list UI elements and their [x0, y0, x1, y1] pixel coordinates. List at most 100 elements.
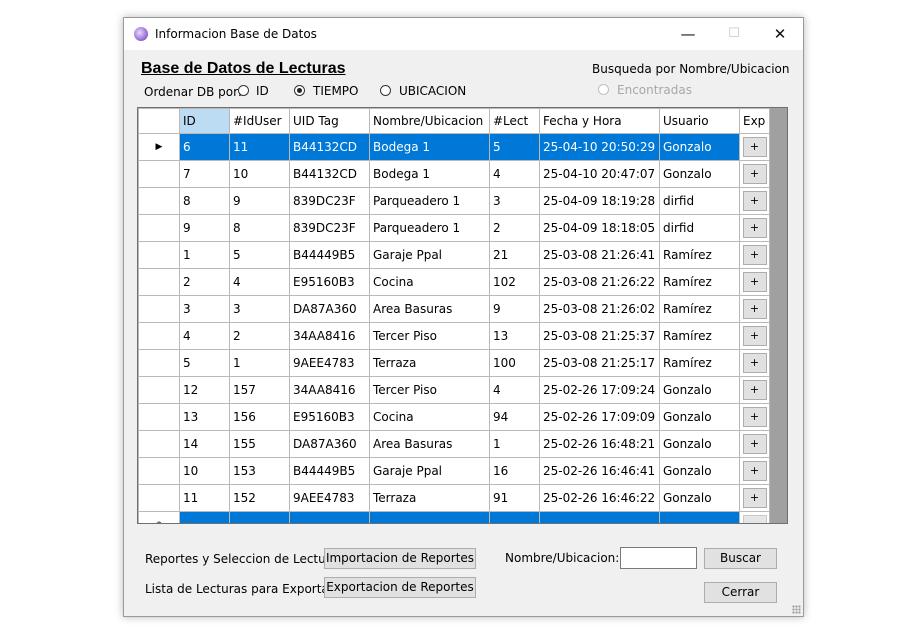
table-cell[interactable]: 25-02-26 16:48:21	[539, 430, 660, 458]
table-cell[interactable]: 12	[179, 376, 230, 404]
table-row[interactable]: 9 8 839DC23F Parqueadero 1 2 25-04-09 18:18:0…	[138, 214, 770, 242]
add-to-export-button[interactable]: +	[742, 488, 767, 508]
table-row[interactable]: 11 152 9AEE4783 Terraza 91 25-02-26 16:46:22 G…	[138, 484, 770, 512]
add-to-export-button[interactable]: +	[742, 380, 767, 400]
table-cell[interactable]: Parqueadero 1	[369, 214, 490, 242]
table-cell[interactable]: 25-03-08 21:26:02	[539, 295, 660, 323]
table-cell[interactable]: Gonzalo	[659, 457, 740, 485]
table-cell[interactable]: Parqueadero 1	[369, 187, 490, 215]
table-cell[interactable]: Area Basuras	[369, 430, 490, 458]
row-header[interactable]	[138, 457, 180, 485]
table-cell[interactable]: 14	[179, 430, 230, 458]
add-to-export-button[interactable]: +	[742, 272, 767, 292]
table-cell[interactable]: 5	[179, 349, 230, 377]
table-row[interactable]: 14 155 DA87A360 Area Basuras 1 25-02-26 16:48…	[138, 430, 770, 458]
row-header[interactable]: ▶	[138, 133, 180, 161]
table-cell[interactable]: 13	[489, 322, 540, 350]
table-cell[interactable]: Ramírez	[659, 295, 740, 323]
table-cell[interactable]: 839DC23F	[289, 214, 370, 242]
import-reports-button[interactable]: Importacion de Reportes	[324, 548, 476, 569]
row-header[interactable]	[138, 430, 180, 458]
table-cell[interactable]: 25-02-26 17:09:24	[539, 376, 660, 404]
table-cell[interactable]: 9AEE4783	[289, 349, 370, 377]
table-row[interactable]: 3 3 DA87A360 Area Basuras 9 25-03-08 21:26:02…	[138, 295, 770, 323]
table-cell[interactable]: 10	[229, 160, 290, 188]
table-cell[interactable]: Gonzalo	[659, 376, 740, 404]
table-cell[interactable]: 3	[229, 295, 290, 323]
new-row-cell[interactable]	[489, 511, 540, 523]
export-reports-button[interactable]: Exportacion de Reportes	[324, 577, 476, 598]
new-row-cell[interactable]	[659, 511, 740, 523]
table-cell[interactable]: 11	[229, 133, 290, 161]
name-location-input[interactable]	[620, 547, 697, 569]
table-cell[interactable]: 25-04-09 18:18:05	[539, 214, 660, 242]
table-row[interactable]: 8 9 839DC23F Parqueadero 1 3 25-04-09 18:19:2…	[138, 187, 770, 215]
table-cell[interactable]: 9AEE4783	[289, 484, 370, 512]
column-header-readings[interactable]: #Lect	[489, 108, 540, 134]
column-header-export[interactable]: Exp	[739, 108, 770, 134]
table-cell[interactable]: 1	[229, 349, 290, 377]
table-cell[interactable]: 9	[489, 295, 540, 323]
order-id-radio[interactable]	[238, 85, 249, 96]
order-time-label[interactable]: TIEMPO	[313, 84, 359, 98]
table-cell[interactable]: E95160B3	[289, 268, 370, 296]
table-cell[interactable]: 13	[179, 403, 230, 431]
table-cell[interactable]: 4	[179, 322, 230, 350]
add-to-export-button[interactable]: +	[742, 299, 767, 319]
table-cell[interactable]: 25-04-09 18:19:28	[539, 187, 660, 215]
column-header-user[interactable]: Usuario	[659, 108, 740, 134]
add-to-export-button[interactable]: +	[742, 245, 767, 265]
table-cell[interactable]: Terraza	[369, 484, 490, 512]
table-cell[interactable]: 34AA8416	[289, 322, 370, 350]
table-cell[interactable]: 8	[179, 187, 230, 215]
table-row[interactable]: 5 1 9AEE4783 Terraza 100 25-03-08 21:25:17 Ram…	[138, 349, 770, 377]
table-cell[interactable]: Terraza	[369, 349, 490, 377]
add-to-export-button[interactable]: +	[742, 218, 767, 238]
search-button[interactable]: Buscar	[704, 548, 777, 569]
table-cell[interactable]: DA87A360	[289, 295, 370, 323]
table-cell[interactable]: Gonzalo	[659, 430, 740, 458]
table-cell[interactable]: 6	[179, 133, 230, 161]
table-cell[interactable]: 155	[229, 430, 290, 458]
table-cell[interactable]: 11	[179, 484, 230, 512]
table-cell[interactable]: 25-03-08 21:26:22	[539, 268, 660, 296]
table-cell[interactable]: 5	[489, 133, 540, 161]
table-cell[interactable]: 157	[229, 376, 290, 404]
table-cell[interactable]: 102	[489, 268, 540, 296]
table-cell[interactable]: 3	[179, 295, 230, 323]
order-time-radio[interactable]	[294, 85, 305, 96]
add-to-export-button[interactable]: +	[742, 407, 767, 427]
add-to-export-button[interactable]: +	[742, 326, 767, 346]
add-to-export-button[interactable]: +	[742, 137, 767, 157]
table-cell[interactable]: Gonzalo	[659, 484, 740, 512]
table-cell[interactable]: 2	[179, 268, 230, 296]
column-header-iduser[interactable]: #IdUser	[229, 108, 290, 134]
table-cell[interactable]: 1	[489, 430, 540, 458]
table-cell[interactable]: Cocina	[369, 403, 490, 431]
row-header[interactable]	[138, 187, 180, 215]
table-cell[interactable]: 839DC23F	[289, 187, 370, 215]
table-cell[interactable]: Ramírez	[659, 322, 740, 350]
add-to-export-button[interactable]	[742, 515, 767, 523]
table-cell[interactable]: 8	[229, 214, 290, 242]
close-window-button[interactable]: ✕	[757, 18, 803, 50]
new-row-cell[interactable]	[539, 511, 660, 523]
new-row-cell[interactable]	[369, 511, 490, 523]
table-cell[interactable]: 1	[179, 241, 230, 269]
add-to-export-button[interactable]: +	[742, 191, 767, 211]
table-cell[interactable]: E95160B3	[289, 403, 370, 431]
new-row-cell[interactable]	[229, 511, 290, 523]
table-cell[interactable]: Garaje Ppal	[369, 241, 490, 269]
table-cell[interactable]: 25-04-10 20:47:07	[539, 160, 660, 188]
row-header[interactable]	[138, 241, 180, 269]
table-cell[interactable]: Tercer Piso	[369, 322, 490, 350]
table-cell[interactable]: 94	[489, 403, 540, 431]
row-header[interactable]	[138, 268, 180, 296]
table-cell[interactable]: Tercer Piso	[369, 376, 490, 404]
table-cell[interactable]: 25-02-26 16:46:22	[539, 484, 660, 512]
new-row-header[interactable]: *	[138, 511, 180, 523]
table-row[interactable]: 12 157 34AA8416 Tercer Piso 4 25-02-26 17:09:…	[138, 376, 770, 404]
table-cell[interactable]: 4	[489, 160, 540, 188]
table-cell[interactable]: 25-02-26 16:46:41	[539, 457, 660, 485]
table-cell[interactable]: Bodega 1	[369, 133, 490, 161]
